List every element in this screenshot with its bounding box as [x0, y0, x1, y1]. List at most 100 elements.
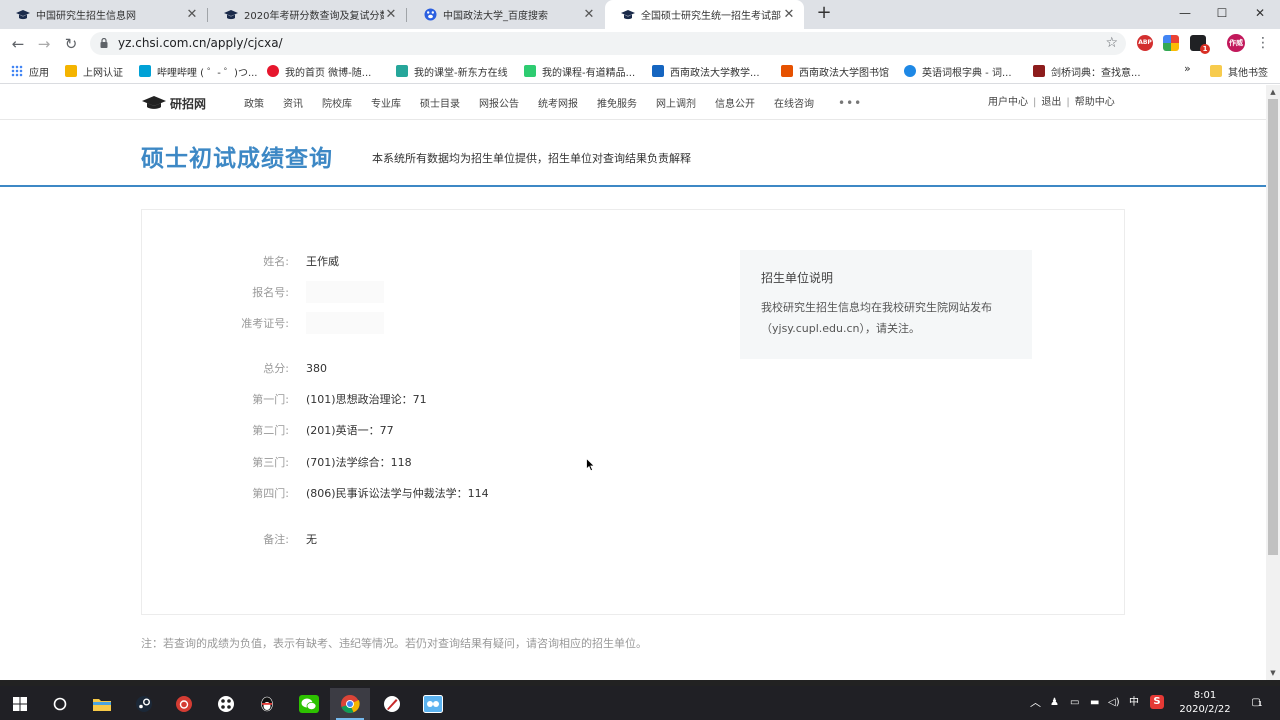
notification-extension-icon[interactable]: 1 [1190, 35, 1210, 54]
adblock-extension-icon[interactable]: ABP [1137, 35, 1153, 51]
total-score-label: 总分: [263, 362, 289, 375]
taskbar-wechat[interactable] [289, 688, 329, 720]
back-button[interactable]: ← [7, 33, 29, 55]
tray-network-icon[interactable]: ▭ [1070, 686, 1079, 720]
nav-recommendation[interactable]: 推免服务 [597, 95, 637, 110]
tab-title: 中国研究生招生信息网 [36, 11, 136, 22]
url-text[interactable]: yz.chsi.com.cn/apply/cjcxa/ [118, 32, 283, 55]
cortana-button[interactable] [40, 688, 80, 720]
scrollbar-thumb[interactable] [1268, 99, 1278, 555]
user-center-link[interactable]: 用户中心 [988, 97, 1028, 108]
institution-notice-box: 招生单位说明 我校研究生招生信息均在我校研究生院网站发布（yjsy.cupl.e… [740, 250, 1032, 359]
nav-registration-notice[interactable]: 网报公告 [479, 95, 519, 110]
bookmark-weibo[interactable]: 我的首页 微博-随... [267, 58, 371, 84]
name-value: 王作威 [306, 255, 339, 268]
reload-button[interactable]: ↻ [60, 33, 82, 55]
tab-exam-system-active[interactable]: 全国硕士研究生统一招生考试部 ✕ [605, 0, 804, 29]
bookmark-apps[interactable]: 应用 [11, 58, 49, 84]
nav-news[interactable]: 资讯 [283, 95, 303, 110]
wechat-icon [299, 695, 319, 713]
tab-chsi-home[interactable]: 中国研究生招生信息网 ✕ [0, 0, 207, 29]
nav-information[interactable]: 信息公开 [715, 95, 755, 110]
nav-more-icon[interactable]: ••• [838, 96, 862, 110]
tab-close-icon[interactable]: ✕ [384, 7, 398, 22]
name-label: 姓名: [263, 255, 289, 268]
browser-menu-icon[interactable]: ⋮ [1256, 33, 1270, 53]
subject-score: (806)民事诉讼法学与仲裁法学：114 [306, 487, 489, 500]
taskbar-app-dots[interactable] [206, 688, 246, 720]
separator: | [1033, 97, 1037, 108]
nav-online-consult[interactable]: 在线咨询 [774, 95, 814, 110]
taskbar-clock[interactable]: 8:01 2020/2/22 [1176, 689, 1234, 717]
tab-title: 2020年考研分数查询及复试分数 [244, 11, 384, 22]
graduation-cap-icon [224, 8, 238, 22]
taskbar-steam[interactable] [124, 688, 164, 720]
sogou-input-icon[interactable]: S [1150, 695, 1164, 709]
taskbar-snipping[interactable] [413, 688, 453, 720]
tray-app-icon[interactable]: ♟ [1050, 686, 1059, 720]
score-result-card: 姓名: 王作威 报名号: 准考证号: 总分: 380 第一门: (101)思想政… [141, 209, 1125, 615]
tray-overflow-icon[interactable]: ︿ [1030, 686, 1041, 720]
subject-label: 第一门: [252, 393, 289, 406]
maximize-button[interactable]: ☐ [1207, 2, 1237, 24]
taskbar-qq[interactable] [247, 688, 287, 720]
tab-score-query[interactable]: 2020年考研分数查询及复试分数 ✕ [208, 0, 406, 29]
nav-majors[interactable]: 专业库 [371, 95, 401, 110]
taskbar-pen-app[interactable] [372, 688, 412, 720]
bookmark-bilibili[interactable]: 哔哩哔哩 ( ゜- ゜)つ... [139, 58, 257, 84]
colorful-extension-icon[interactable] [1163, 35, 1179, 51]
nav-schools[interactable]: 院校库 [322, 95, 352, 110]
bookmark-swupl-library[interactable]: 西南政法大学图书馆 [781, 58, 889, 84]
tab-baidu-search[interactable]: 中国政法大学_百度搜索 ✕ [407, 0, 604, 29]
tab-close-icon[interactable]: ✕ [582, 7, 596, 22]
bookmark-youdao[interactable]: 我的课程-有道精品... [524, 58, 635, 84]
bookmark-cambridge[interactable]: 剑桥词典：查找意... [1033, 58, 1141, 84]
taskbar-file-explorer[interactable] [82, 688, 122, 720]
bookmark-network-auth[interactable]: 上网认证 [65, 58, 123, 84]
action-center-icon[interactable]: ▢ 1 [1246, 686, 1266, 720]
footnote: 注：若查询的成绩为负值，表示有缺考、违纪等情况。若仍对查询结果有疑问，请咨询相应… [141, 637, 647, 650]
other-bookmarks[interactable]: 其他书签 [1210, 58, 1268, 84]
tab-close-icon[interactable]: ✕ [782, 7, 796, 22]
taskbar-netease-music[interactable] [164, 688, 204, 720]
start-button[interactable] [0, 688, 40, 720]
minimize-button[interactable]: — [1170, 2, 1200, 24]
scroll-up-icon[interactable]: ▲ [1266, 85, 1280, 99]
nav-unified-registration[interactable]: 统考网报 [538, 95, 578, 110]
scroll-down-icon[interactable]: ▼ [1266, 666, 1280, 680]
tray-ime-indicator[interactable]: 中 [1129, 686, 1139, 720]
exam-ticket-label: 准考证号: [241, 317, 289, 330]
profile-avatar[interactable]: 作威 [1227, 34, 1245, 52]
four-dots-icon [218, 696, 234, 712]
bookmark-swupl-teaching[interactable]: 西南政法大学教学... [652, 58, 760, 84]
tray-volume-icon[interactable]: ◁) [1108, 686, 1120, 720]
close-window-button[interactable]: ✕ [1245, 2, 1275, 24]
site-header: 研招网 政策 资讯 院校库 专业库 硕士目录 网报公告 统考网报 推免服务 网上… [0, 85, 1266, 120]
help-center-link[interactable]: 帮助中心 [1075, 97, 1115, 108]
nav-policy[interactable]: 政策 [244, 95, 264, 110]
bookmarks-overflow-icon[interactable]: » [1184, 62, 1191, 75]
forward-button[interactable]: → [33, 33, 55, 55]
tray-battery-icon[interactable]: ▬ [1090, 686, 1099, 720]
page-title-band: 硕士初试成绩查询 本系统所有数据均为招生单位提供，招生单位对查询结果负责解释 [0, 120, 1266, 187]
nav-master-catalog[interactable]: 硕士目录 [420, 95, 460, 110]
address-bar[interactable]: yz.chsi.com.cn/apply/cjcxa/ ☆ [90, 32, 1126, 55]
bookmark-label: 西南政法大学教学... [670, 67, 760, 79]
logout-link[interactable]: 退出 [1041, 97, 1061, 108]
bookmark-label: 我的课程-有道精品... [542, 67, 636, 79]
taskbar-chrome[interactable] [330, 688, 370, 720]
new-tab-button[interactable]: + [814, 4, 834, 24]
remark-value: 无 [306, 533, 317, 546]
graduation-cap-icon [16, 8, 30, 22]
bookmark-star-icon[interactable]: ☆ [1105, 32, 1118, 55]
bookmark-etymology[interactable]: 英语词根字典 - 词... [904, 58, 1012, 84]
site-logo[interactable]: 研招网 [142, 93, 206, 113]
nav-adjustment[interactable]: 网上调剂 [656, 95, 696, 110]
page-scrollbar[interactable]: ▲ ▼ [1266, 85, 1280, 680]
tab-close-icon[interactable]: ✕ [185, 7, 199, 22]
browser-toolbar: ← → ↻ yz.chsi.com.cn/apply/cjcxa/ ☆ ABP … [0, 29, 1280, 58]
browser-tab-bar: 中国研究生招生信息网 ✕ 2020年考研分数查询及复试分数 ✕ 中国政法大学_百… [0, 0, 1280, 29]
qq-penguin-icon [261, 696, 273, 712]
bookmark-koolearn[interactable]: 我的课堂-新东方在线 [396, 58, 508, 84]
notice-body: 我校研究生招生信息均在我校研究生院网站发布（yjsy.cupl.edu.cn），… [761, 301, 992, 335]
